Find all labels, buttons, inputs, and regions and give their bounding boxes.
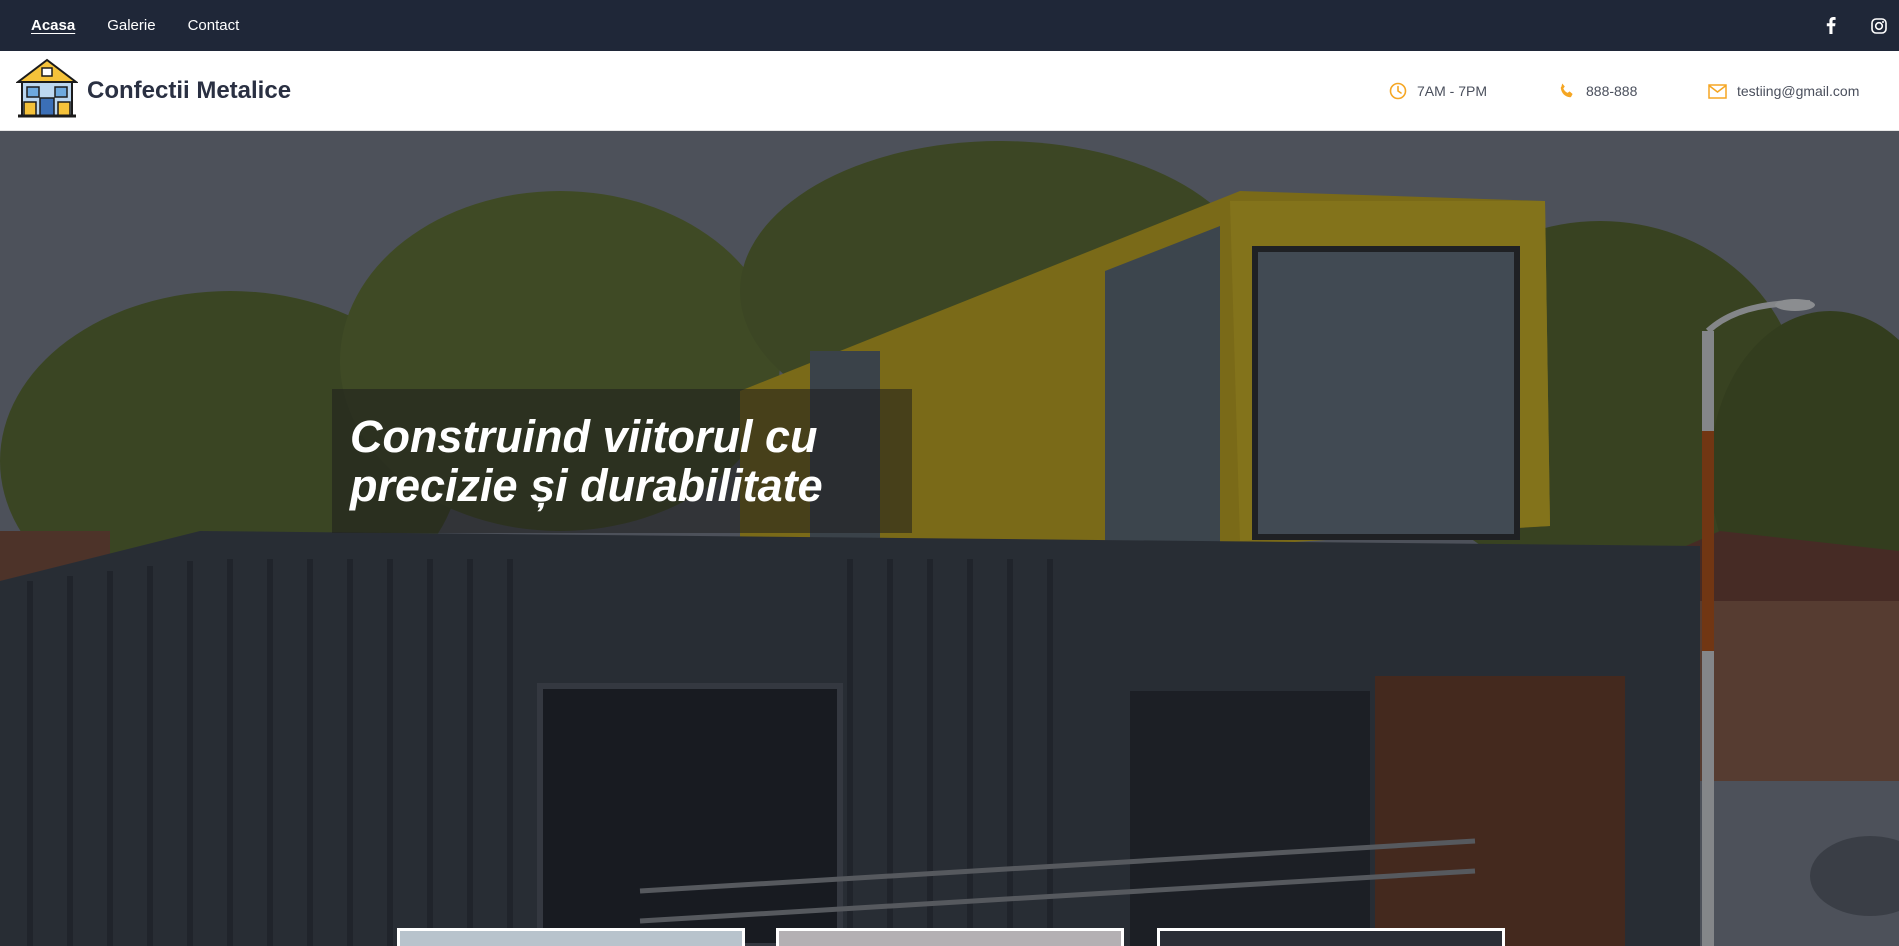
facebook-icon[interactable] [1821,16,1841,36]
nav-link-contact[interactable]: Contact [188,17,240,34]
clock-icon [1389,82,1407,100]
social-links [1793,0,1889,51]
company-logo[interactable] [15,58,79,120]
service-card-2[interactable] [776,928,1124,946]
brand-name[interactable]: Confectii Metalice [87,77,291,105]
hero-headline-line-1: Construind viitorul cu [350,411,818,462]
mail-icon [1708,83,1727,99]
hours-text: 7AM - 7PM [1417,83,1488,99]
service-card-3[interactable] [1157,928,1505,946]
main-nav: Acasa Galerie Contact [31,0,271,51]
phone-icon [1560,83,1573,98]
hero-headline: Construind viitorul cu precizie și durab… [350,412,910,510]
hero-overlay [0,131,1899,946]
hero-section: Construind viitorul cu precizie și durab… [0,131,1899,946]
opening-hours: 7AM - 7PM [1389,51,1487,131]
phone-text: 888-888 [1586,83,1638,99]
nav-link-galerie[interactable]: Galerie [107,17,155,34]
email-contact[interactable]: testiing@gmail.com [1708,51,1859,131]
top-navigation-bar: Acasa Galerie Contact [0,0,1899,51]
nav-link-acasa[interactable]: Acasa [31,17,75,34]
email-text: testiing@gmail.com [1737,83,1860,99]
hero-headline-line-2: precizie și durabilitate [350,460,823,511]
site-header: Confectii Metalice 7AM - 7PM 888-888 tes… [0,51,1899,131]
service-card-1[interactable] [397,928,745,946]
phone-contact[interactable]: 888-888 [1558,51,1637,131]
instagram-icon[interactable] [1869,16,1889,36]
